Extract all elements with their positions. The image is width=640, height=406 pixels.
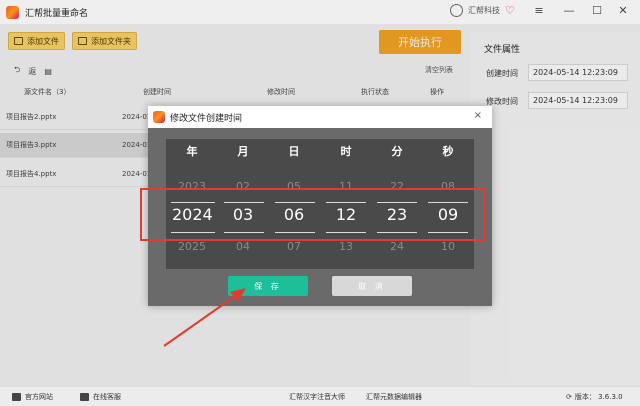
clear-list-link[interactable]: 清空列表 [425, 65, 453, 75]
second-next[interactable]: 10 [428, 240, 468, 253]
file-name: 项目报告3.pptx [6, 141, 57, 149]
maximize-button[interactable]: ☐ [590, 4, 604, 17]
col-created: 创建时间 [143, 88, 171, 96]
undo-row: ⮌ 返 ▤ [14, 64, 60, 78]
table-header: 源文件名（3） 创建时间 修改时间 执行状态 操作 [0, 82, 462, 102]
file-name: 项目报告2.pptx [6, 113, 57, 121]
website-link[interactable]: 官方网站 [12, 392, 53, 402]
website-label: 官方网站 [25, 393, 53, 401]
start-button[interactable]: 开始执行 [379, 30, 461, 54]
refresh-icon[interactable]: ⟳ [566, 393, 572, 401]
highlight-box [140, 188, 486, 241]
modified-field[interactable]: 2024-05-14 12:23:09 [528, 92, 628, 109]
add-file-button[interactable]: 添加文件 [8, 32, 65, 50]
file-created: 2024-01 [122, 141, 152, 149]
month-next[interactable]: 04 [223, 240, 263, 253]
year-header: 年 [186, 145, 198, 158]
heart-icon[interactable]: ♡ [505, 4, 515, 17]
dialog-close-icon[interactable]: × [474, 110, 482, 121]
year-next[interactable]: 2025 [172, 240, 212, 253]
minute-next[interactable]: 24 [377, 240, 417, 253]
minimize-button[interactable]: — [562, 4, 576, 17]
app-logo-icon [6, 5, 19, 19]
annotation-arrow [163, 288, 246, 347]
col-status: 执行状态 [361, 88, 389, 96]
add-file-label: 添加文件 [27, 36, 59, 46]
dialog-header: 修改文件创建时间 × [148, 106, 492, 128]
created-label: 创建时间 [486, 69, 518, 78]
col-modified: 修改时间 [267, 88, 295, 96]
col-filename: 源文件名（3） [24, 88, 71, 96]
app-title: 汇帮批量重命名 [25, 8, 89, 19]
file-properties-panel: 文件属性 创建时间 2024-05-14 12:23:09 修改时间 2024-… [470, 32, 640, 386]
file-name: 项目报告4.pptx [6, 170, 57, 178]
brand[interactable]: 汇帮科技 ♡ [450, 4, 515, 17]
support-link[interactable]: 在线客服 [80, 392, 121, 402]
brand-icon [450, 4, 463, 17]
tool2-link[interactable]: 汇帮元数据编辑器 [366, 392, 422, 402]
side-title: 文件属性 [484, 45, 521, 55]
menu-icon[interactable]: ≡ [532, 4, 546, 17]
minute-header: 分 [391, 145, 403, 158]
undo-icon[interactable]: ⮌ [14, 64, 20, 78]
list-view-icon[interactable]: ▤ [44, 67, 52, 76]
version-label: 版本： 3.6.3.0 [574, 393, 623, 401]
hour-next[interactable]: 13 [326, 240, 366, 253]
folder-icon [78, 37, 87, 45]
cancel-button[interactable]: 取 消 [332, 276, 412, 296]
day-header: 日 [288, 145, 300, 158]
version-info: ⟳ 版本： 3.6.3.0 [566, 392, 623, 402]
day-next[interactable]: 07 [274, 240, 314, 253]
tool1-link[interactable]: 汇帮汉字注音大师 [289, 392, 345, 402]
dialog-logo-icon [153, 111, 165, 123]
support-label: 在线客服 [93, 393, 121, 401]
file-created: 2024-01 [122, 113, 152, 121]
brand-name: 汇帮科技 [468, 6, 500, 15]
add-folder-label: 添加文件夹 [91, 36, 131, 46]
col-action: 操作 [430, 88, 444, 96]
file-created: 2024-01 [122, 170, 152, 178]
support-icon [80, 393, 89, 401]
add-file-icon [14, 37, 23, 45]
add-folder-button[interactable]: 添加文件夹 [72, 32, 137, 50]
month-header: 月 [237, 145, 249, 158]
undo-label[interactable]: 返 [28, 66, 36, 77]
second-header: 秒 [442, 145, 454, 158]
home-icon [12, 393, 21, 401]
title-bar: 汇帮批量重命名 汇帮科技 ♡ ≡ — ☐ ✕ [0, 0, 640, 24]
dialog-title: 修改文件创建时间 [170, 113, 243, 124]
hour-header: 时 [340, 145, 352, 158]
close-button[interactable]: ✕ [616, 4, 630, 17]
status-bar: 官方网站 在线客服 汇帮汉字注音大师 汇帮元数据编辑器 ⟳ 版本： 3.6.3.… [0, 386, 640, 406]
created-field[interactable]: 2024-05-14 12:23:09 [528, 64, 628, 81]
